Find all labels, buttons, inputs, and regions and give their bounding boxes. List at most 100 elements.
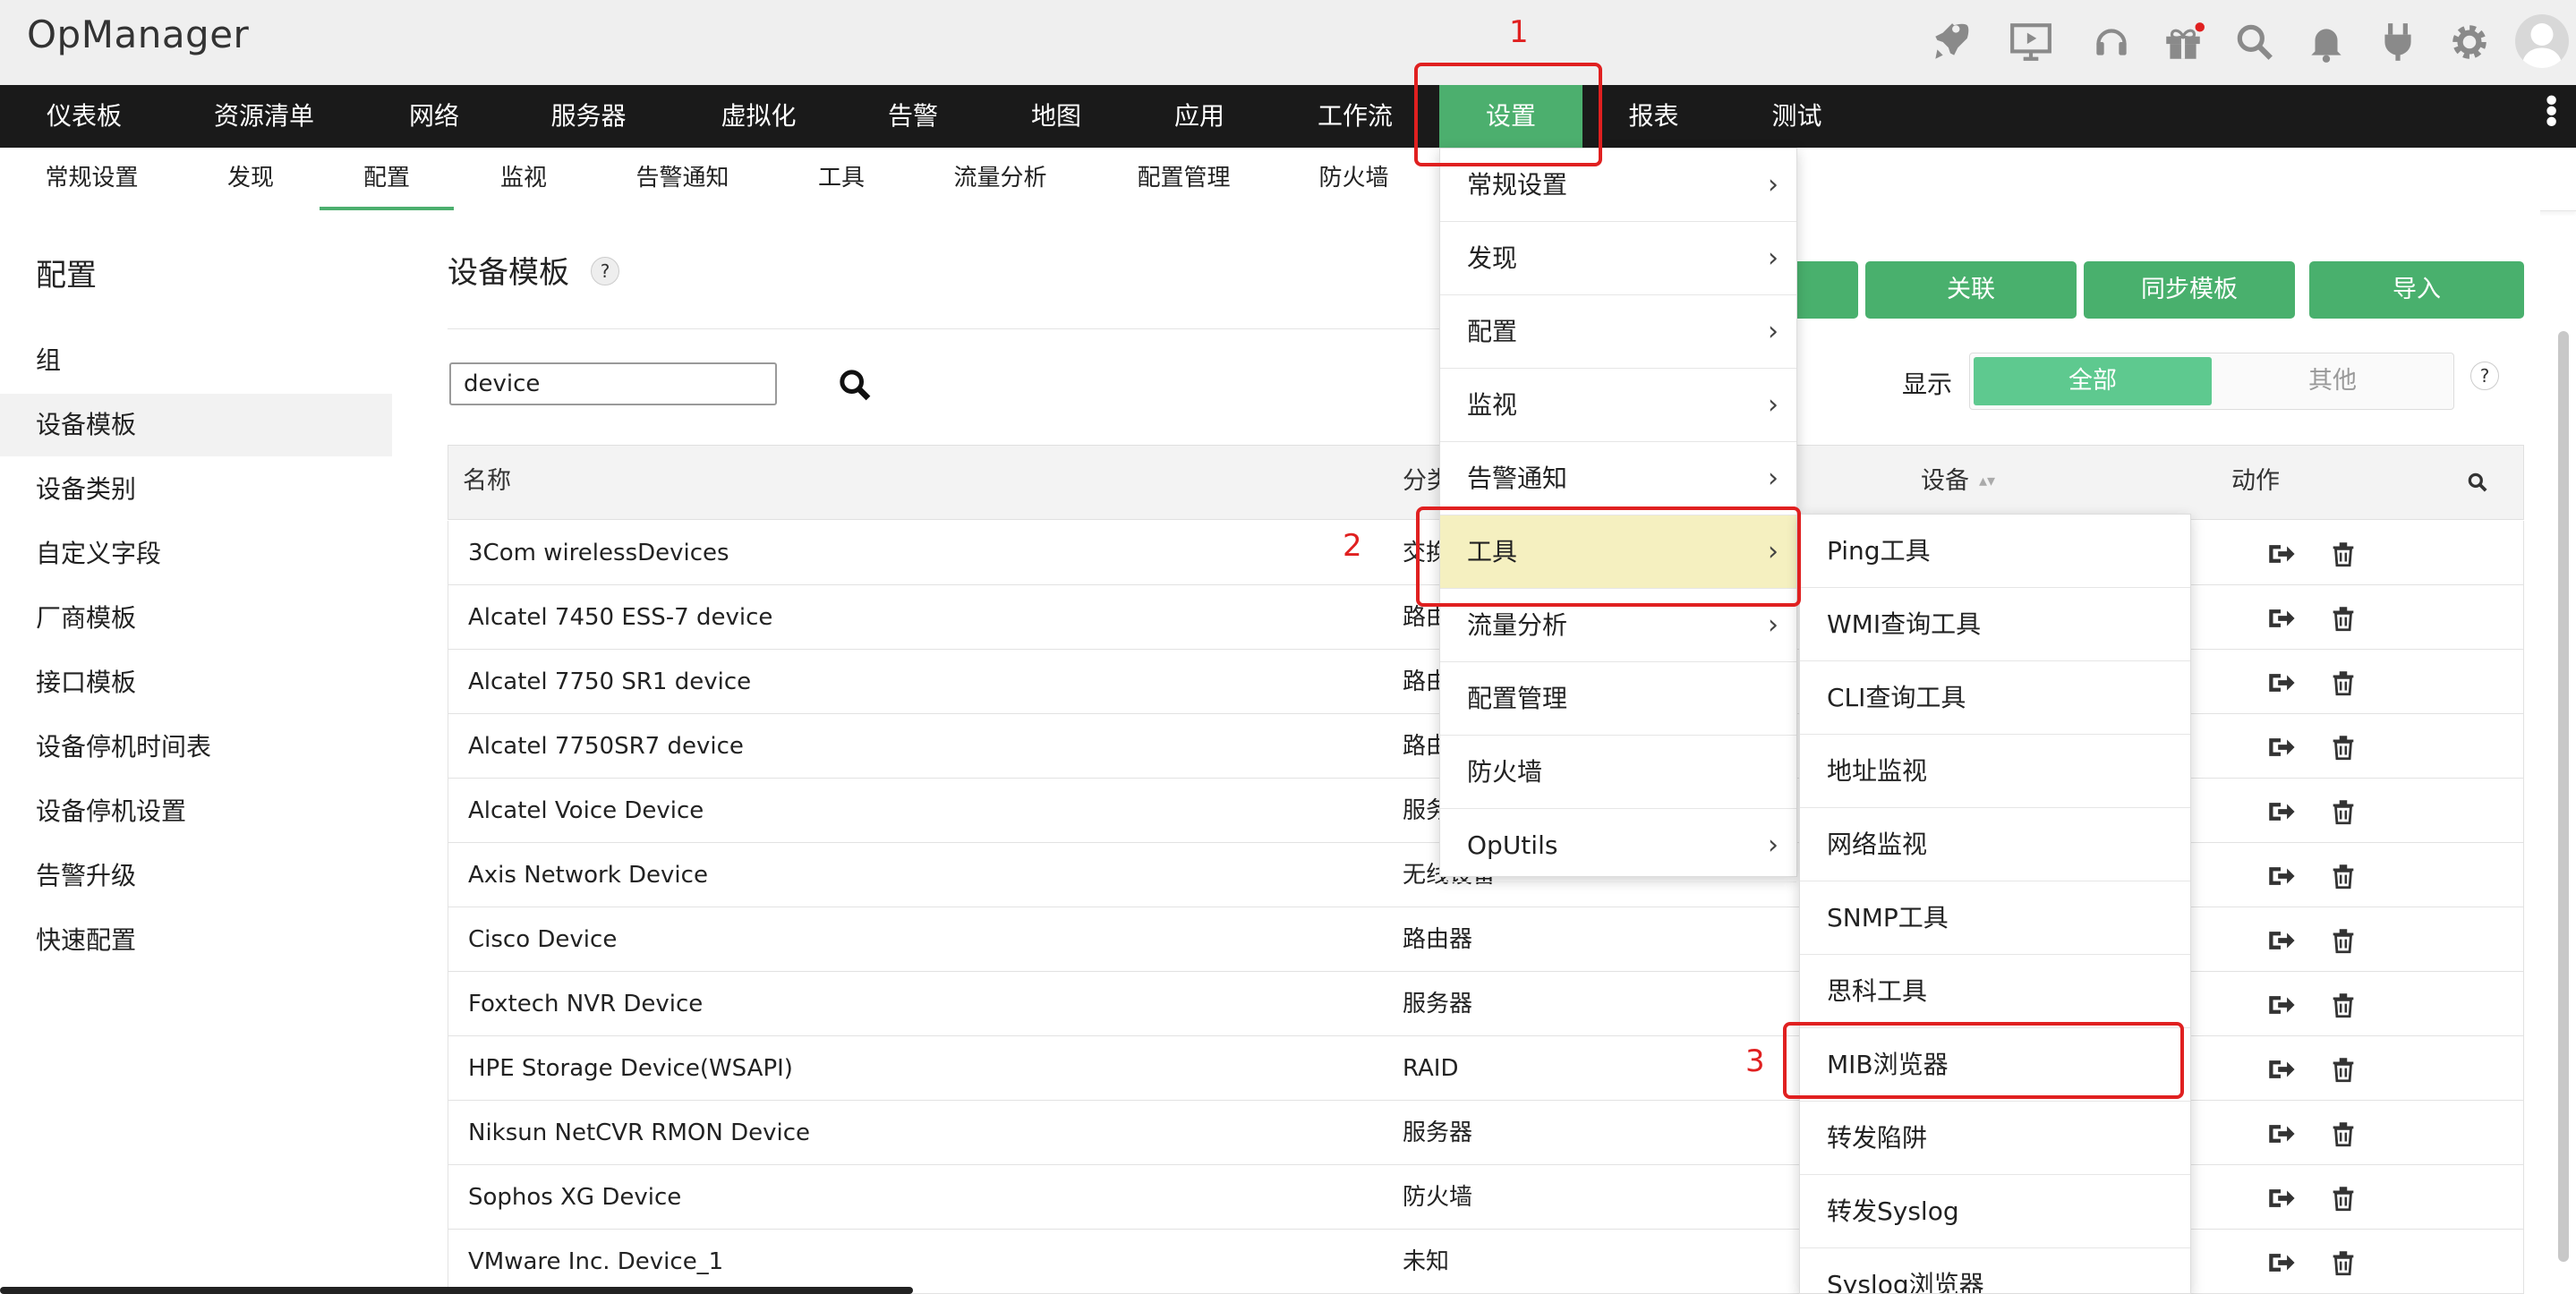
apply-template-icon[interactable] (2265, 990, 2296, 1020)
nav-workflow[interactable]: 工作流 (1302, 85, 1408, 148)
subnav-tools[interactable]: 工具 (806, 148, 877, 210)
tools-menu-item[interactable]: 思科工具 (1800, 955, 2190, 1028)
sidebar-item-alarm-escalation[interactable]: 告警升级 (0, 845, 392, 907)
delete-icon[interactable] (2328, 1183, 2358, 1213)
tools-menu-item[interactable]: 转发Syslog (1800, 1175, 2190, 1248)
table-row[interactable]: VMware Inc. Device_1 未知 (448, 1230, 2524, 1294)
rocket-icon[interactable] (1924, 16, 1976, 68)
apply-template-icon[interactable] (2265, 539, 2296, 569)
subnav-traffic[interactable]: 流量分析 (944, 148, 1056, 210)
row-name[interactable]: VMware Inc. Device_1 (468, 1230, 723, 1294)
row-name[interactable]: Alcatel 7750 SR1 device (468, 650, 751, 714)
apply-template-icon[interactable] (2265, 1247, 2296, 1278)
nav-apps[interactable]: 应用 (1159, 85, 1240, 148)
table-row[interactable]: HPE Storage Device(WSAPI) RAID (448, 1036, 2524, 1101)
gear-icon[interactable] (2444, 16, 2495, 68)
table-row[interactable]: Niksun NetCVR RMON Device 服务器 (448, 1101, 2524, 1165)
tools-menu-item[interactable]: Syslog浏览器 (1800, 1248, 2190, 1293)
horizontal-scrollbar[interactable] (0, 1287, 913, 1294)
nav-inventory[interactable]: 资源清单 (197, 85, 331, 148)
delete-icon[interactable] (2328, 668, 2358, 698)
table-row[interactable]: Sophos XG Device 防火墙 (448, 1165, 2524, 1230)
sidebar-item-interface-templates[interactable]: 接口模板 (0, 651, 392, 714)
hidden-button-partial[interactable] (1797, 261, 1858, 319)
sidebar-item-vendor-templates[interactable]: 厂商模板 (0, 587, 392, 650)
user-avatar[interactable] (2515, 14, 2569, 68)
help-icon[interactable]: ? (591, 257, 619, 285)
settings-menu-item[interactable]: 配置管理 (1440, 662, 1796, 736)
settings-menu-item[interactable]: 监视 › (1440, 369, 1796, 442)
delete-icon[interactable] (2328, 539, 2358, 569)
delete-icon[interactable] (2328, 1247, 2358, 1278)
delete-icon[interactable] (2328, 732, 2358, 762)
tools-menu-item[interactable]: SNMP工具 (1800, 881, 2190, 955)
tools-menu-item[interactable]: WMI查询工具 (1800, 588, 2190, 661)
nav-dashboard[interactable]: 仪表板 (18, 85, 150, 148)
settings-menu-item[interactable]: OpUtils › (1440, 809, 1796, 882)
search-icon[interactable] (2229, 16, 2281, 68)
sync-template-button[interactable]: 同步模板 (2084, 261, 2295, 319)
nav-maps[interactable]: 地图 (1016, 85, 1096, 148)
table-search-icon[interactable] (2466, 446, 2489, 521)
toggle-help-icon[interactable]: ? (2470, 362, 2499, 390)
associate-button[interactable]: 关联 (1865, 261, 2077, 319)
tools-menu-item[interactable]: 网络监视 (1800, 808, 2190, 881)
apply-template-icon[interactable] (2265, 668, 2296, 698)
plug-icon[interactable] (2372, 16, 2424, 68)
nav-virtualization[interactable]: 虚拟化 (707, 85, 810, 148)
apply-template-icon[interactable] (2265, 861, 2296, 891)
toggle-other[interactable]: 其他 (2215, 357, 2450, 405)
subnav-config-mgmt[interactable]: 配置管理 (1128, 148, 1240, 210)
apply-template-icon[interactable] (2265, 1183, 2296, 1213)
subnav-config[interactable]: 配置 (320, 148, 454, 210)
row-name[interactable]: HPE Storage Device(WSAPI) (468, 1036, 793, 1101)
row-name[interactable]: Alcatel 7750SR7 device (468, 714, 744, 779)
table-row[interactable]: Foxtech NVR Device 服务器 (448, 972, 2524, 1036)
row-name[interactable]: Sophos XG Device (468, 1165, 681, 1230)
delete-icon[interactable] (2328, 925, 2358, 956)
search-icon[interactable] (837, 367, 873, 403)
settings-menu-item[interactable]: 发现 › (1440, 222, 1796, 295)
sort-icon[interactable]: ▴▾ (1979, 446, 1995, 521)
row-name[interactable]: Niksun NetCVR RMON Device (468, 1101, 810, 1165)
delete-icon[interactable] (2328, 1054, 2358, 1085)
subnav-general[interactable]: 常规设置 (36, 148, 148, 210)
sidebar-item-device-categories[interactable]: 设备类别 (0, 458, 392, 521)
apply-template-icon[interactable] (2265, 925, 2296, 956)
more-menu-icon[interactable]: • • • (2542, 86, 2561, 140)
col-name[interactable]: 名称 (463, 446, 511, 521)
apply-template-icon[interactable] (2265, 732, 2296, 762)
presentation-icon[interactable] (2005, 16, 2057, 68)
row-name[interactable]: Cisco Device (468, 907, 617, 972)
tools-menu-item[interactable]: Ping工具 (1800, 515, 2190, 588)
bell-icon[interactable] (2300, 16, 2352, 68)
settings-menu-item[interactable]: 告警通知 › (1440, 442, 1796, 515)
sidebar-item-downtime-settings[interactable]: 设备停机设置 (0, 780, 392, 843)
row-name[interactable]: Alcatel Voice Device (468, 779, 704, 843)
apply-template-icon[interactable] (2265, 1054, 2296, 1085)
sidebar-item-device-templates[interactable]: 设备模板 (0, 394, 392, 456)
subnav-notifications[interactable]: 告警通知 (627, 148, 738, 210)
col-devices[interactable]: 设备 (1921, 446, 1969, 521)
apply-template-icon[interactable] (2265, 1119, 2296, 1149)
subnav-firewall[interactable]: 防火墙 (1311, 148, 1396, 210)
row-name[interactable]: Foxtech NVR Device (468, 972, 703, 1036)
row-name[interactable]: 3Com wirelessDevices (468, 521, 729, 585)
nav-servers[interactable]: 服务器 (537, 85, 640, 148)
settings-menu-item[interactable]: 配置 › (1440, 295, 1796, 369)
delete-icon[interactable] (2328, 1119, 2358, 1149)
headset-icon[interactable] (2086, 16, 2137, 68)
gift-icon[interactable] (2157, 16, 2209, 68)
delete-icon[interactable] (2328, 796, 2358, 827)
sidebar-item-groups[interactable]: 组 (0, 329, 392, 392)
tools-menu-item[interactable]: 转发陷阱 (1800, 1102, 2190, 1175)
sidebar-item-quick-config[interactable]: 快速配置 (0, 909, 392, 972)
subnav-discovery[interactable]: 发现 (215, 148, 286, 210)
toggle-all[interactable]: 全部 (1974, 357, 2212, 405)
tools-menu-item[interactable]: CLI查询工具 (1800, 661, 2190, 735)
row-name[interactable]: Alcatel 7450 ESS-7 device (468, 585, 772, 650)
import-button[interactable]: 导入 (2309, 261, 2524, 319)
nav-test[interactable]: 测试 (1754, 85, 1839, 148)
delete-icon[interactable] (2328, 861, 2358, 891)
vertical-scrollbar[interactable] (2558, 331, 2569, 1262)
